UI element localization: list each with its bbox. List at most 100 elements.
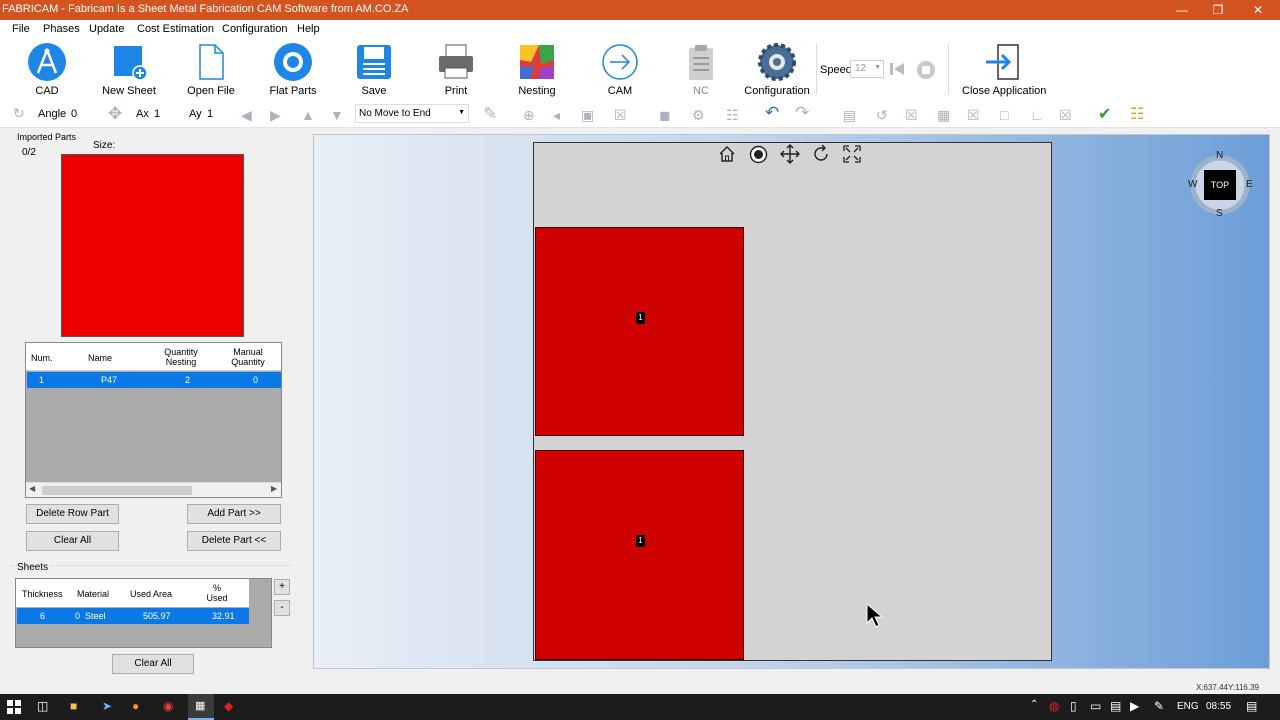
close-icon[interactable]: ✕ — [1240, 0, 1276, 20]
title-bar: FABRICAM - Fabricam Is a Sheet Metal Fab… — [0, 0, 1280, 20]
file-explorer-icon[interactable]: ■ — [70, 699, 77, 713]
cam-button[interactable]: CAM — [600, 42, 640, 97]
maximize-icon[interactable]: ❐ — [1200, 0, 1236, 20]
fabricam-task[interactable]: ▦ — [188, 694, 214, 720]
tray-app-icon[interactable]: ◍ — [1049, 699, 1059, 713]
usb-icon[interactable]: ▯ — [1070, 699, 1077, 713]
fit-view-icon[interactable] — [842, 144, 862, 164]
app-icon[interactable]: ➤ — [102, 699, 112, 713]
minimize-icon[interactable]: — — [1164, 0, 1200, 20]
mirror-icon[interactable]: ◂ — [553, 107, 560, 124]
close-application-button[interactable]: Close Application — [962, 42, 1046, 97]
bracket-icon[interactable]: ▦ — [937, 107, 950, 124]
nested-part[interactable]: 1 — [535, 227, 744, 436]
chrome-icon[interactable]: ◉ — [163, 699, 173, 713]
export-icon[interactable]: ☷ — [1130, 104, 1144, 124]
redo-icon[interactable]: ↷ — [795, 103, 809, 123]
cad-button[interactable]: CAD — [22, 42, 72, 97]
select-icon[interactable]: ▣ — [581, 107, 594, 124]
red-app-icon[interactable]: ◆ — [224, 699, 233, 713]
windows-start-icon[interactable] — [7, 700, 21, 714]
delete-part-button[interactable]: Delete Part << — [187, 531, 281, 551]
clear-all-parts-button[interactable]: Clear All — [26, 531, 119, 551]
network-icon[interactable]: ▤ — [1110, 699, 1121, 713]
print-button[interactable]: Print — [436, 42, 476, 97]
stop-icon[interactable] — [916, 60, 936, 80]
parts-table: Num. Name Quantity Nesting Manual Quanti… — [25, 342, 282, 498]
left-panel: Imported Parts 0/2 Size: Num. Name Quant… — [0, 128, 300, 678]
cross-icon[interactable]: ☒ — [967, 107, 980, 124]
pen-icon[interactable]: ✎ — [1154, 699, 1164, 713]
language-indicator[interactable]: ENG — [1177, 701, 1199, 712]
table-row[interactable]: 1 P47 2 0 — [27, 372, 281, 388]
move-mode-select[interactable]: No Move to End ▼ — [355, 104, 469, 123]
sheet[interactable]: 1 1 — [533, 142, 1052, 661]
scroll-thumb[interactable] — [42, 486, 192, 495]
link-icon[interactable]: ◼ — [659, 107, 671, 124]
top-face[interactable]: TOP — [1204, 170, 1236, 200]
angle-input[interactable]: 0 — [71, 108, 101, 120]
skip-back-icon[interactable] — [888, 60, 906, 78]
new-sheet-button[interactable]: New Sheet — [100, 42, 158, 97]
configuration-button[interactable]: Configuration — [744, 42, 810, 97]
delete-row-part-button[interactable]: Delete Row Part — [26, 504, 119, 524]
tools-icon[interactable]: ✔ — [1098, 104, 1111, 124]
save-button[interactable]: Save — [354, 42, 394, 97]
pan-icon[interactable] — [780, 144, 800, 164]
rotate-part-icon[interactable]: ↺ — [876, 107, 888, 124]
chevron-up-icon[interactable]: ⌃ — [1030, 699, 1038, 710]
remove-sheet-button[interactable]: - — [274, 600, 290, 616]
move-last-icon[interactable]: ▶ — [270, 107, 281, 124]
ax-input[interactable]: 1 — [154, 108, 182, 120]
flat-parts-button[interactable]: Flat Parts — [266, 42, 320, 97]
pencil-icon[interactable]: ✎ — [483, 104, 497, 124]
home-icon[interactable] — [718, 145, 736, 163]
speed-select[interactable]: 12 ▼ — [850, 60, 884, 78]
corner-icon[interactable]: ∟ — [1030, 107, 1044, 123]
add-circle-icon[interactable]: ⊕ — [523, 107, 535, 124]
nc-edit-icon[interactable]: ☒ — [614, 107, 627, 124]
split-icon[interactable]: ⚙ — [692, 107, 705, 124]
distribute-icon[interactable]: ☷ — [726, 107, 739, 124]
clear-all-sheets-button[interactable]: Clear All — [112, 654, 194, 674]
clock[interactable]: 08:55 — [1206, 701, 1231, 712]
menu-phases[interactable]: Phases — [43, 23, 80, 35]
frame-icon[interactable]: □ — [1000, 107, 1008, 123]
rotate-view-icon[interactable] — [811, 144, 831, 164]
col-percent-used: % Used — [206, 583, 228, 603]
remove-icon[interactable]: ☒ — [905, 107, 918, 124]
menu-help[interactable]: Help — [297, 23, 320, 35]
add-sheet-button[interactable]: + — [274, 579, 290, 595]
task-view-icon[interactable]: ◫ — [37, 699, 48, 713]
nested-part[interactable]: 1 — [535, 450, 744, 660]
rotate-icon[interactable]: ↻ — [13, 105, 25, 122]
horizontal-scrollbar[interactable]: ◀ ▶ — [26, 482, 281, 497]
menu-update[interactable]: Update — [89, 23, 124, 35]
orbit-icon[interactable] — [749, 145, 768, 164]
menu-file[interactable]: File — [12, 23, 30, 35]
undo-icon[interactable]: ↶ — [765, 103, 779, 123]
menu-cost-estimation[interactable]: Cost Estimation — [137, 23, 214, 35]
align-icon[interactable]: ▤ — [843, 107, 856, 124]
clear-sheet-icon[interactable]: ☒ — [1059, 107, 1072, 124]
nesting-viewport[interactable]: 1 1 TOP N S E W — [313, 134, 1270, 669]
move-up-icon[interactable]: ▲ — [301, 107, 315, 123]
ay-input[interactable]: 1 — [207, 108, 235, 120]
volume-icon[interactable]: ▶ — [1130, 699, 1139, 713]
scroll-right-icon[interactable]: ▶ — [271, 484, 277, 493]
move-first-icon[interactable]: ◀ — [241, 107, 252, 124]
scroll-left-icon[interactable]: ◀ — [29, 484, 35, 493]
battery-icon[interactable]: ▭ — [1090, 699, 1101, 713]
menu-bar: File Phases Update Cost Estimation Confi… — [0, 20, 1280, 38]
menu-configuration[interactable]: Configuration — [222, 23, 287, 35]
nesting-button[interactable]: Nesting — [517, 42, 557, 97]
table-row[interactable]: 6 0 Steel 505.97 32.91 — [17, 608, 249, 624]
firefox-icon[interactable]: ● — [132, 699, 139, 713]
open-file-button[interactable]: Open File — [184, 42, 238, 97]
nc-button[interactable]: NC — [681, 42, 721, 97]
add-part-button[interactable]: Add Part >> — [187, 504, 281, 524]
move-down-icon[interactable]: ▼ — [330, 107, 344, 123]
view-cube[interactable]: TOP N S E W — [1188, 150, 1253, 219]
move-icon[interactable]: ✥ — [108, 104, 122, 124]
notifications-icon[interactable]: ▤ — [1246, 699, 1257, 713]
